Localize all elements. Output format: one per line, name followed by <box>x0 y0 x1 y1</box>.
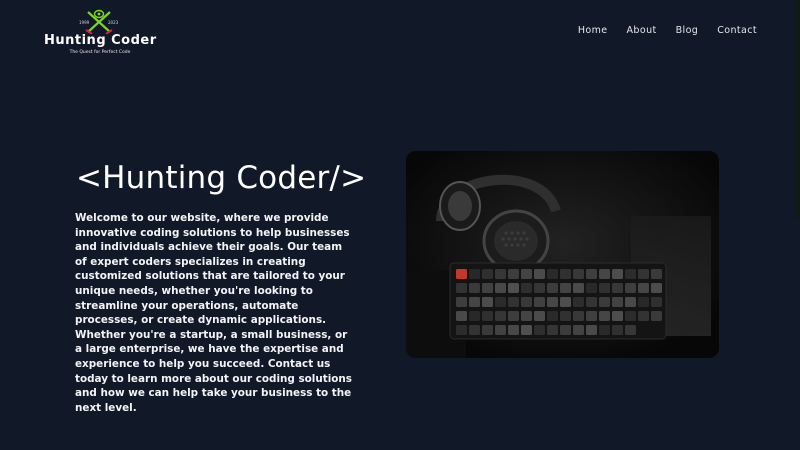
keyboard-key <box>482 283 493 293</box>
keyboard-key <box>586 283 597 293</box>
keyboard-key <box>508 311 519 321</box>
keyboard-key <box>586 269 597 279</box>
logo-title: Hunting Coder <box>44 33 157 48</box>
keyboard-key <box>456 283 467 293</box>
keyboard-key <box>534 283 545 293</box>
hero-description: Welcome to our website, where we provide… <box>75 212 352 414</box>
keyboard-key <box>612 269 623 279</box>
keyboard-key <box>625 297 636 307</box>
keyboard-key <box>482 297 493 307</box>
keyboard-key <box>521 311 532 321</box>
keyboard-key <box>573 269 584 279</box>
keyboard-key <box>586 325 597 335</box>
keyboard-key <box>469 269 480 279</box>
keyboard-key <box>482 311 493 321</box>
keyboard-key <box>508 283 519 293</box>
keyboard-key <box>625 269 636 279</box>
keyboard-key <box>573 297 584 307</box>
keyboard-key <box>521 325 532 335</box>
nav-home[interactable]: Home <box>578 25 608 36</box>
main-nav: Home About Blog Contact <box>559 25 757 36</box>
keyboard-key <box>495 325 506 335</box>
keyboard-key <box>599 311 610 321</box>
keyboard-key <box>456 325 467 335</box>
keyboard-key <box>508 297 519 307</box>
hero-title: <Hunting Coder/> <box>76 160 367 196</box>
keyboard-key <box>469 297 480 307</box>
keyboard-key <box>534 269 545 279</box>
scrollbar-edge <box>796 0 800 218</box>
keyboard-key <box>495 283 506 293</box>
keyboard-key <box>625 283 636 293</box>
keyboard-key <box>534 297 545 307</box>
keyboard-key <box>573 325 584 335</box>
keyboard-key <box>573 283 584 293</box>
keyboard-key <box>547 269 558 279</box>
nav-contact[interactable]: Contact <box>717 25 757 36</box>
keyboard-key <box>651 269 662 279</box>
keyboard-key <box>651 311 662 321</box>
keyboard-key <box>521 297 532 307</box>
keyboard-key <box>625 311 636 321</box>
keyboard-key <box>521 269 532 279</box>
keyboard-key <box>586 311 597 321</box>
keyboard-key <box>495 297 506 307</box>
keyboard-key <box>508 325 519 335</box>
keyboard-key <box>495 269 506 279</box>
keyboard-key <box>521 283 532 293</box>
keyboard-key <box>599 283 610 293</box>
keyboard-key <box>547 297 558 307</box>
keyboard-key <box>638 283 649 293</box>
keyboard-key <box>560 297 571 307</box>
keyboard-key <box>560 325 571 335</box>
nav-about[interactable]: About <box>627 25 657 36</box>
keyboard-key <box>638 297 649 307</box>
page: 1999 2023 Hunting Coder The Quest for Pe… <box>0 0 800 450</box>
hero-keyboard-image <box>406 151 719 358</box>
keyboard-key <box>599 325 610 335</box>
keyboard-key <box>625 325 636 335</box>
keyboard-key <box>495 311 506 321</box>
keyboard-key <box>651 283 662 293</box>
keyboard-key <box>456 297 467 307</box>
keyboard-key <box>469 311 480 321</box>
keyboard-key <box>586 297 597 307</box>
keyboard-key <box>547 325 558 335</box>
keyboard-key <box>612 283 623 293</box>
keyboard-key <box>508 269 519 279</box>
logo-year-left: 1999 <box>79 20 90 25</box>
site-logo[interactable]: 1999 2023 Hunting Coder The Quest for Pe… <box>44 6 156 56</box>
keyboard-key <box>651 297 662 307</box>
keyboard-key <box>638 311 649 321</box>
keyboard-key <box>599 269 610 279</box>
keyboard-key <box>638 269 649 279</box>
keyboard-key <box>612 297 623 307</box>
keyboard-key <box>599 297 610 307</box>
keyboard-key <box>560 283 571 293</box>
keyboard-key <box>482 269 493 279</box>
keyboard-key <box>534 325 545 335</box>
keyboard-key <box>482 325 493 335</box>
nav-blog[interactable]: Blog <box>676 25 699 36</box>
keyboard-key <box>456 311 467 321</box>
keyboard-headphones-photo <box>406 151 719 358</box>
keyboard-key <box>547 311 558 321</box>
logo-year-right: 2023 <box>108 20 119 25</box>
keyboard-key <box>612 311 623 321</box>
keyboard-key <box>469 325 480 335</box>
keyboard-key <box>534 311 545 321</box>
keyboard-key <box>573 311 584 321</box>
keyboard-key <box>560 311 571 321</box>
keyboard-key <box>469 283 480 293</box>
keyboard-key <box>612 325 623 335</box>
keyboard-key <box>547 283 558 293</box>
logo-tagline: The Quest for Perfect Code <box>69 50 131 55</box>
keyboard-key <box>560 269 571 279</box>
